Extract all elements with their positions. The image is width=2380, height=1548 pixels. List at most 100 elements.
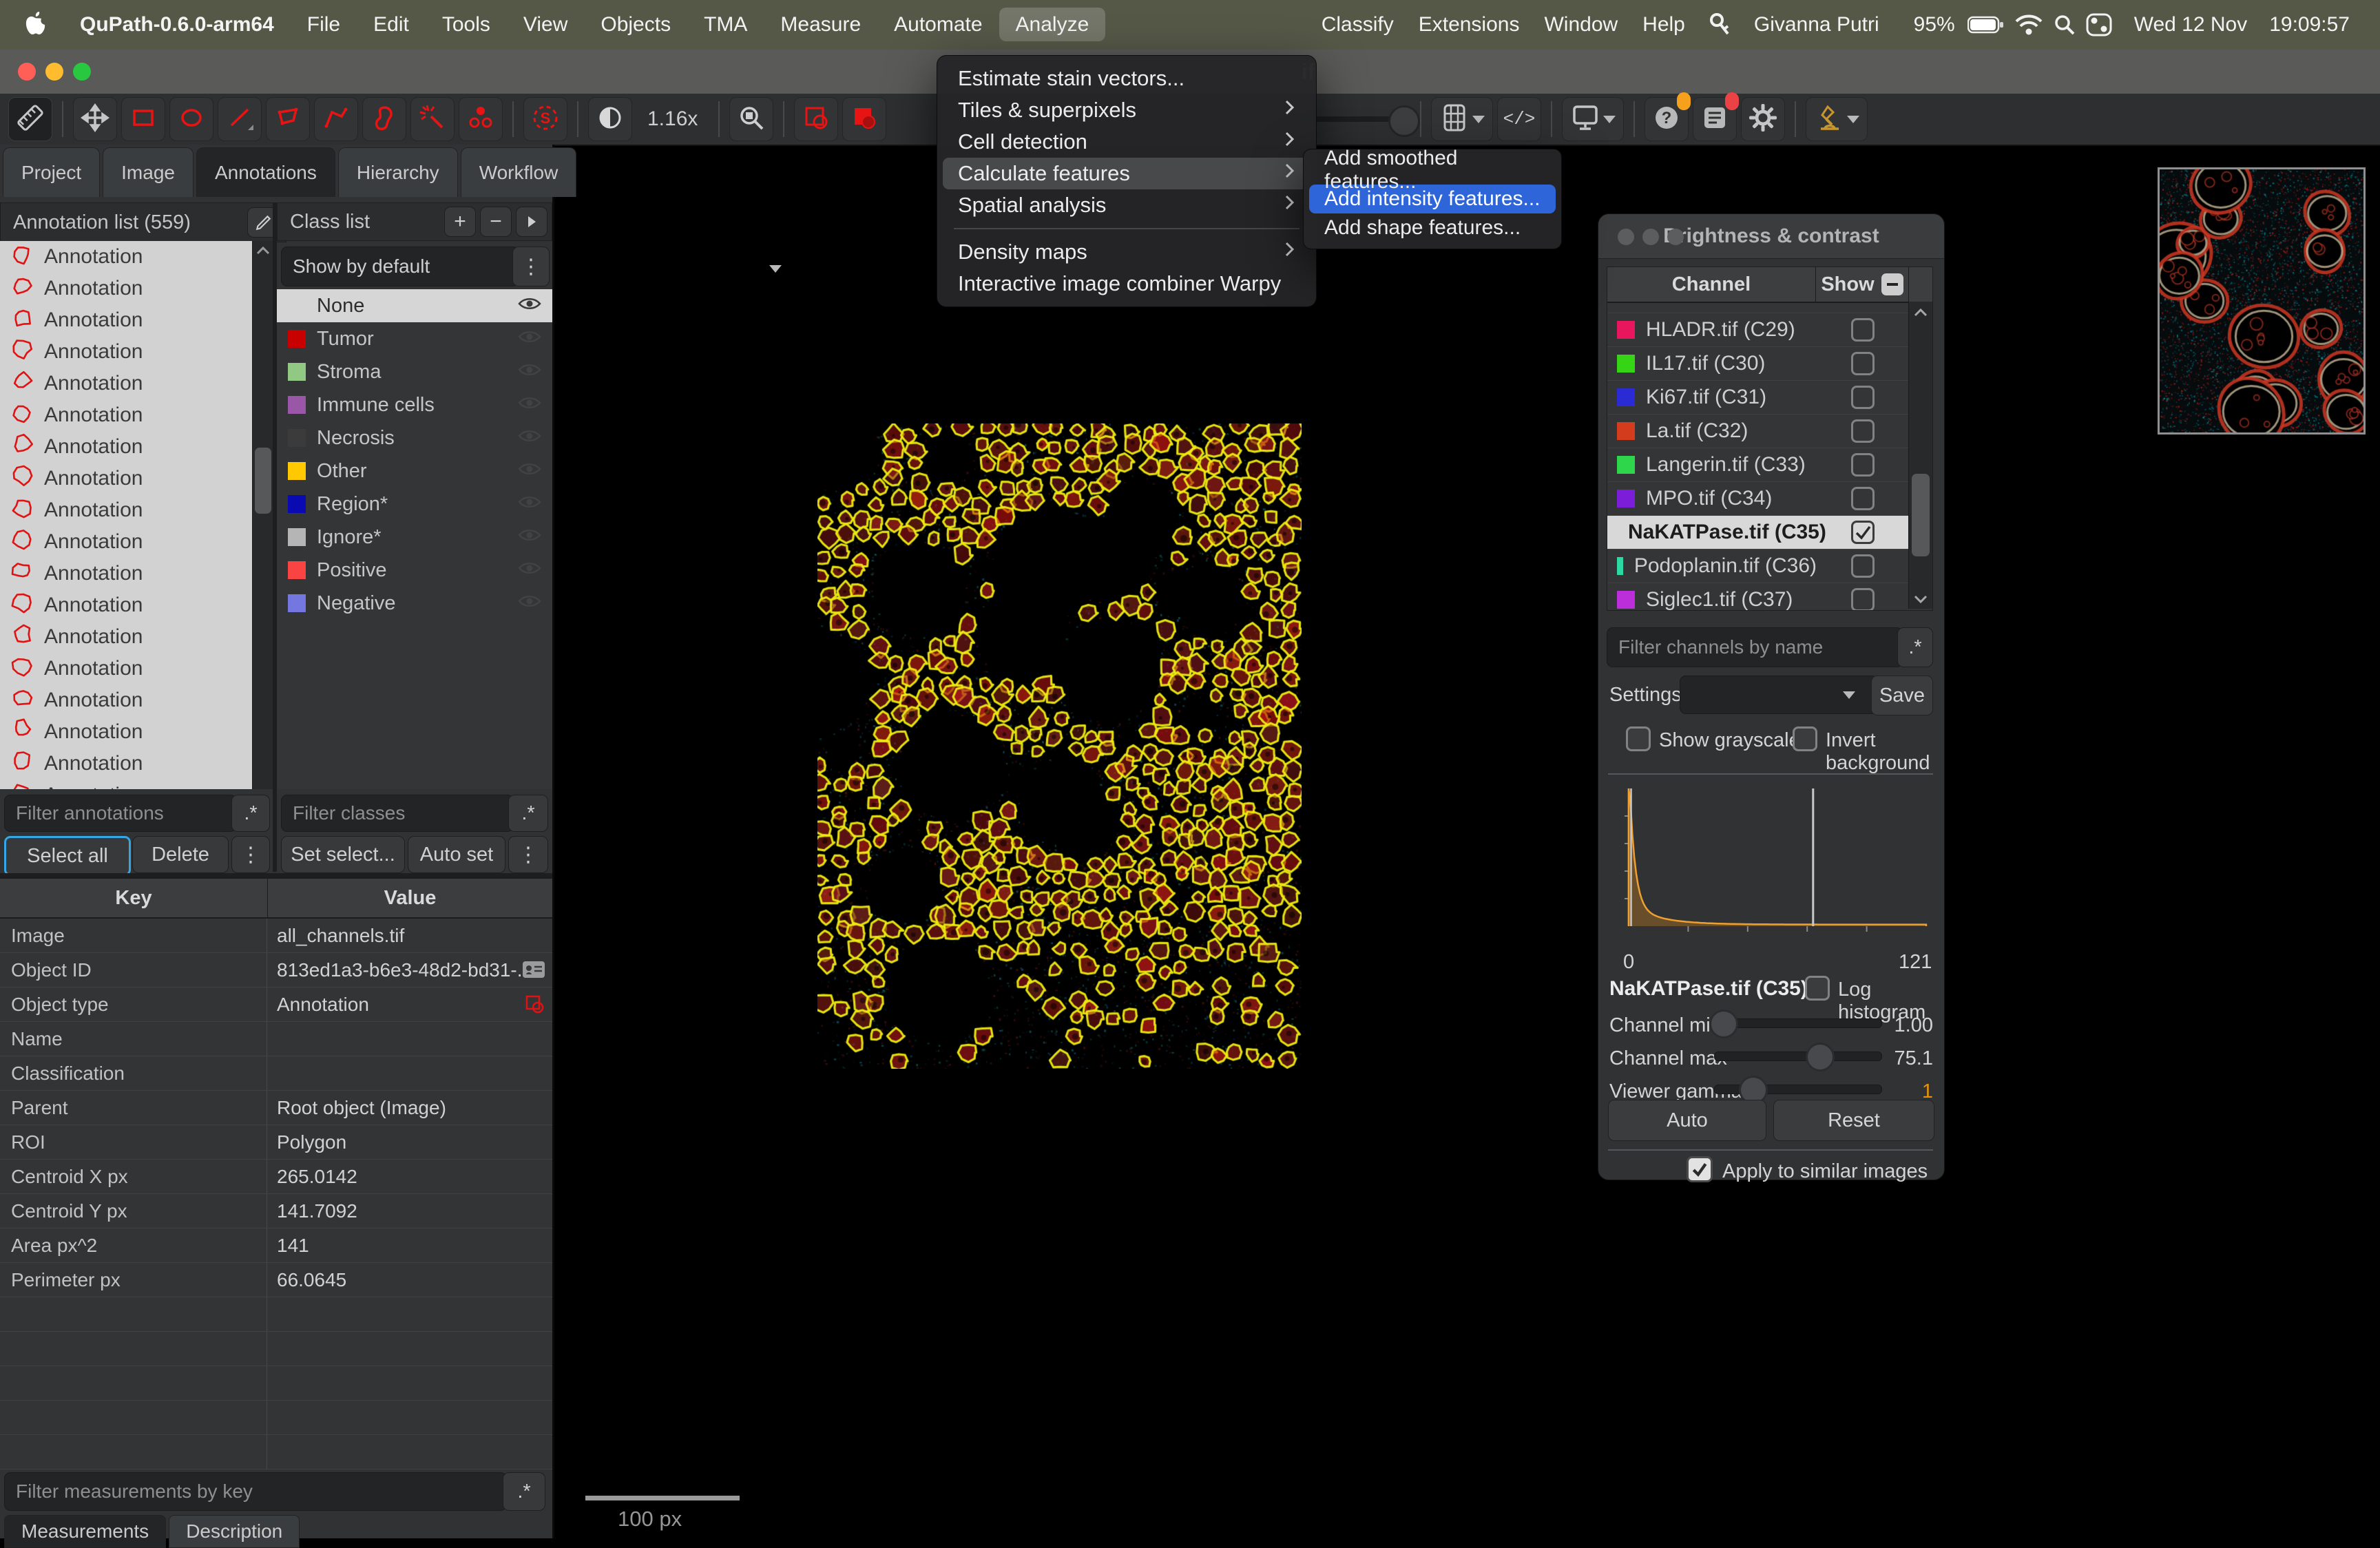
annotation-list-item[interactable]: Annotation <box>0 558 273 589</box>
measurement-row-perimeter-px[interactable]: Perimeter px66.0645 <box>0 1263 552 1297</box>
eye-icon[interactable] <box>518 460 541 483</box>
channel-show-checkbox[interactable] <box>1851 386 1875 409</box>
wifi-icon[interactable] <box>2014 14 2043 36</box>
tab-annotations[interactable]: Annotations <box>196 147 335 197</box>
eye-icon[interactable] <box>518 526 541 549</box>
invert-background-checkbox[interactable] <box>1793 726 1817 751</box>
annotations-regex-button[interactable]: .* <box>231 795 270 832</box>
measurement-row-object-id[interactable]: Object ID813ed1a3-b6e3-48d2-bd31-... <box>0 953 552 987</box>
annotation-list-item[interactable]: Annotation <box>0 463 273 494</box>
measurement-row-image[interactable]: Imageall_channels.tif <box>0 919 552 953</box>
class-display-mode-select[interactable]: Show by default <box>281 247 519 286</box>
show-all-checkbox[interactable] <box>1881 273 1903 295</box>
class-item-tumor[interactable]: Tumor <box>277 322 552 355</box>
measurement-row-object-type[interactable]: Object typeAnnotation <box>0 987 552 1022</box>
eye-icon[interactable] <box>518 559 541 582</box>
eye-icon[interactable] <box>518 394 541 417</box>
annotation-more-options-button[interactable]: ⋮ <box>231 836 270 873</box>
annotation-scrollbar-thumb[interactable] <box>255 448 271 514</box>
measurement-row-area-px-2[interactable]: Area px^2141 <box>0 1228 552 1263</box>
channel-scrollbar-thumb[interactable] <box>1912 474 1930 556</box>
slide-ruler-button[interactable] <box>8 97 52 141</box>
display-overlay-button[interactable] <box>1562 97 1624 141</box>
measurement-row-parent[interactable]: ParentRoot object (Image) <box>0 1091 552 1125</box>
slider-thumb[interactable] <box>1806 1043 1835 1071</box>
channel-color-swatch[interactable] <box>1617 388 1635 406</box>
channel-min-slider[interactable] <box>1714 1018 1882 1028</box>
channel-show-checkbox[interactable] <box>1851 352 1875 375</box>
eye-icon[interactable] <box>518 361 541 384</box>
help-button[interactable]: ? <box>1645 97 1689 141</box>
move-tool-button[interactable] <box>73 97 117 141</box>
show-annotations-button[interactable] <box>794 97 838 141</box>
brush-tool-button[interactable] <box>362 97 406 141</box>
channels-regex-button[interactable]: .* <box>1897 627 1933 667</box>
apply-similar-checkbox[interactable] <box>1687 1156 1713 1182</box>
class-item-positive[interactable]: Positive <box>277 554 552 587</box>
menubar-item-extensions[interactable]: Extensions <box>1406 8 1532 42</box>
filter-measurements-input[interactable]: Filter measurements by key <box>4 1472 507 1511</box>
select-all-button[interactable]: Select all <box>4 836 131 876</box>
channel-show-checkbox[interactable] <box>1851 453 1875 477</box>
annotation-list-item[interactable]: Annotation <box>0 241 273 273</box>
channel-color-swatch[interactable] <box>1617 557 1623 575</box>
opacity-slider-thumb[interactable] <box>1388 105 1420 137</box>
tissue-image[interactable] <box>817 423 1302 1069</box>
channel-color-swatch[interactable] <box>1617 456 1635 474</box>
menu-item-cell-detection[interactable]: Cell detection <box>943 126 1311 158</box>
measurement-row-centroid-y-px[interactable]: Centroid Y px141.7092 <box>0 1194 552 1228</box>
ellipse-tool-button[interactable] <box>169 97 213 141</box>
save-settings-button[interactable]: Save <box>1871 676 1933 715</box>
points-tool-button[interactable] <box>459 97 503 141</box>
submenu-item-add-intensity-features-[interactable]: Add intensity features... <box>1309 185 1556 213</box>
annotation-list-item[interactable]: Annotation <box>0 304 273 336</box>
polygon-tool-button[interactable] <box>266 97 310 141</box>
class-item-none[interactable]: None <box>277 289 552 322</box>
tab-image[interactable]: Image <box>103 147 194 197</box>
tab-project[interactable]: Project <box>3 147 100 197</box>
channel-row-hladr[interactable]: HLADR.tif (C29) <box>1607 313 1932 347</box>
key-icon[interactable] <box>1707 11 1732 39</box>
annotation-list-item[interactable]: Annotation <box>0 336 273 368</box>
annotation-list-scrollbar[interactable] <box>252 241 273 789</box>
annotation-list-item[interactable]: Annotation <box>0 273 273 304</box>
class-color-swatch[interactable] <box>288 396 306 414</box>
menubar-item-tma[interactable]: TMA <box>687 8 764 41</box>
class-item-stroma[interactable]: Stroma <box>277 355 552 388</box>
menubar-app-name[interactable]: QuPath-0.6.0-arm64 <box>63 8 291 42</box>
settings-select[interactable] <box>1680 676 1878 714</box>
gear-button[interactable] <box>1741 97 1785 141</box>
class-item-negative[interactable]: Negative <box>277 587 552 620</box>
tab-measurements[interactable]: Measurements <box>4 1515 166 1548</box>
dialog-zoom-button[interactable] <box>1667 229 1684 245</box>
class-more-options-button[interactable]: ⋮ <box>508 836 548 873</box>
annotation-list-item[interactable]: Annotation <box>0 748 273 780</box>
eye-icon[interactable] <box>518 328 541 351</box>
slider-thumb[interactable] <box>1709 1010 1738 1038</box>
menubar-item-window[interactable]: Window <box>1532 8 1630 42</box>
class-color-swatch[interactable] <box>288 561 306 579</box>
channel-show-checkbox[interactable] <box>1851 318 1875 342</box>
eye-icon[interactable] <box>518 592 541 615</box>
classes-regex-button[interactable]: .* <box>508 795 548 832</box>
expand-class-button[interactable] <box>516 207 547 237</box>
menubar-item-help[interactable]: Help <box>1630 8 1698 42</box>
filter-classes-input[interactable]: Filter classes <box>281 795 514 832</box>
log-button[interactable] <box>1693 97 1737 141</box>
annotation-list-item[interactable]: Annotation <box>0 368 273 399</box>
menu-item-tiles-superpixels[interactable]: Tiles & superpixels <box>943 94 1311 126</box>
script-editor-button[interactable]: </> <box>1497 97 1541 141</box>
class-color-swatch[interactable] <box>288 462 306 480</box>
menubar-item-analyze[interactable]: Analyze <box>999 8 1106 41</box>
menubar-item-automate[interactable]: Automate <box>877 8 999 41</box>
zoom-to-fit-button[interactable] <box>729 97 773 141</box>
eye-icon[interactable] <box>518 295 541 317</box>
annotation-list-item[interactable]: Annotation <box>0 589 273 621</box>
annotation-list-item[interactable]: Annotation <box>0 653 273 684</box>
channel-row-podoplanin[interactable]: Podoplanin.tif (C36) <box>1607 550 1932 583</box>
menu-item-density-maps[interactable]: Density maps <box>943 236 1311 268</box>
submenu-item-add-shape-features-[interactable]: Add shape features... <box>1309 213 1556 242</box>
viewer-gamma-slider[interactable] <box>1714 1085 1882 1094</box>
tab-hierarchy[interactable]: Hierarchy <box>338 147 458 197</box>
channel-row-partial[interactable] <box>1607 303 1932 313</box>
